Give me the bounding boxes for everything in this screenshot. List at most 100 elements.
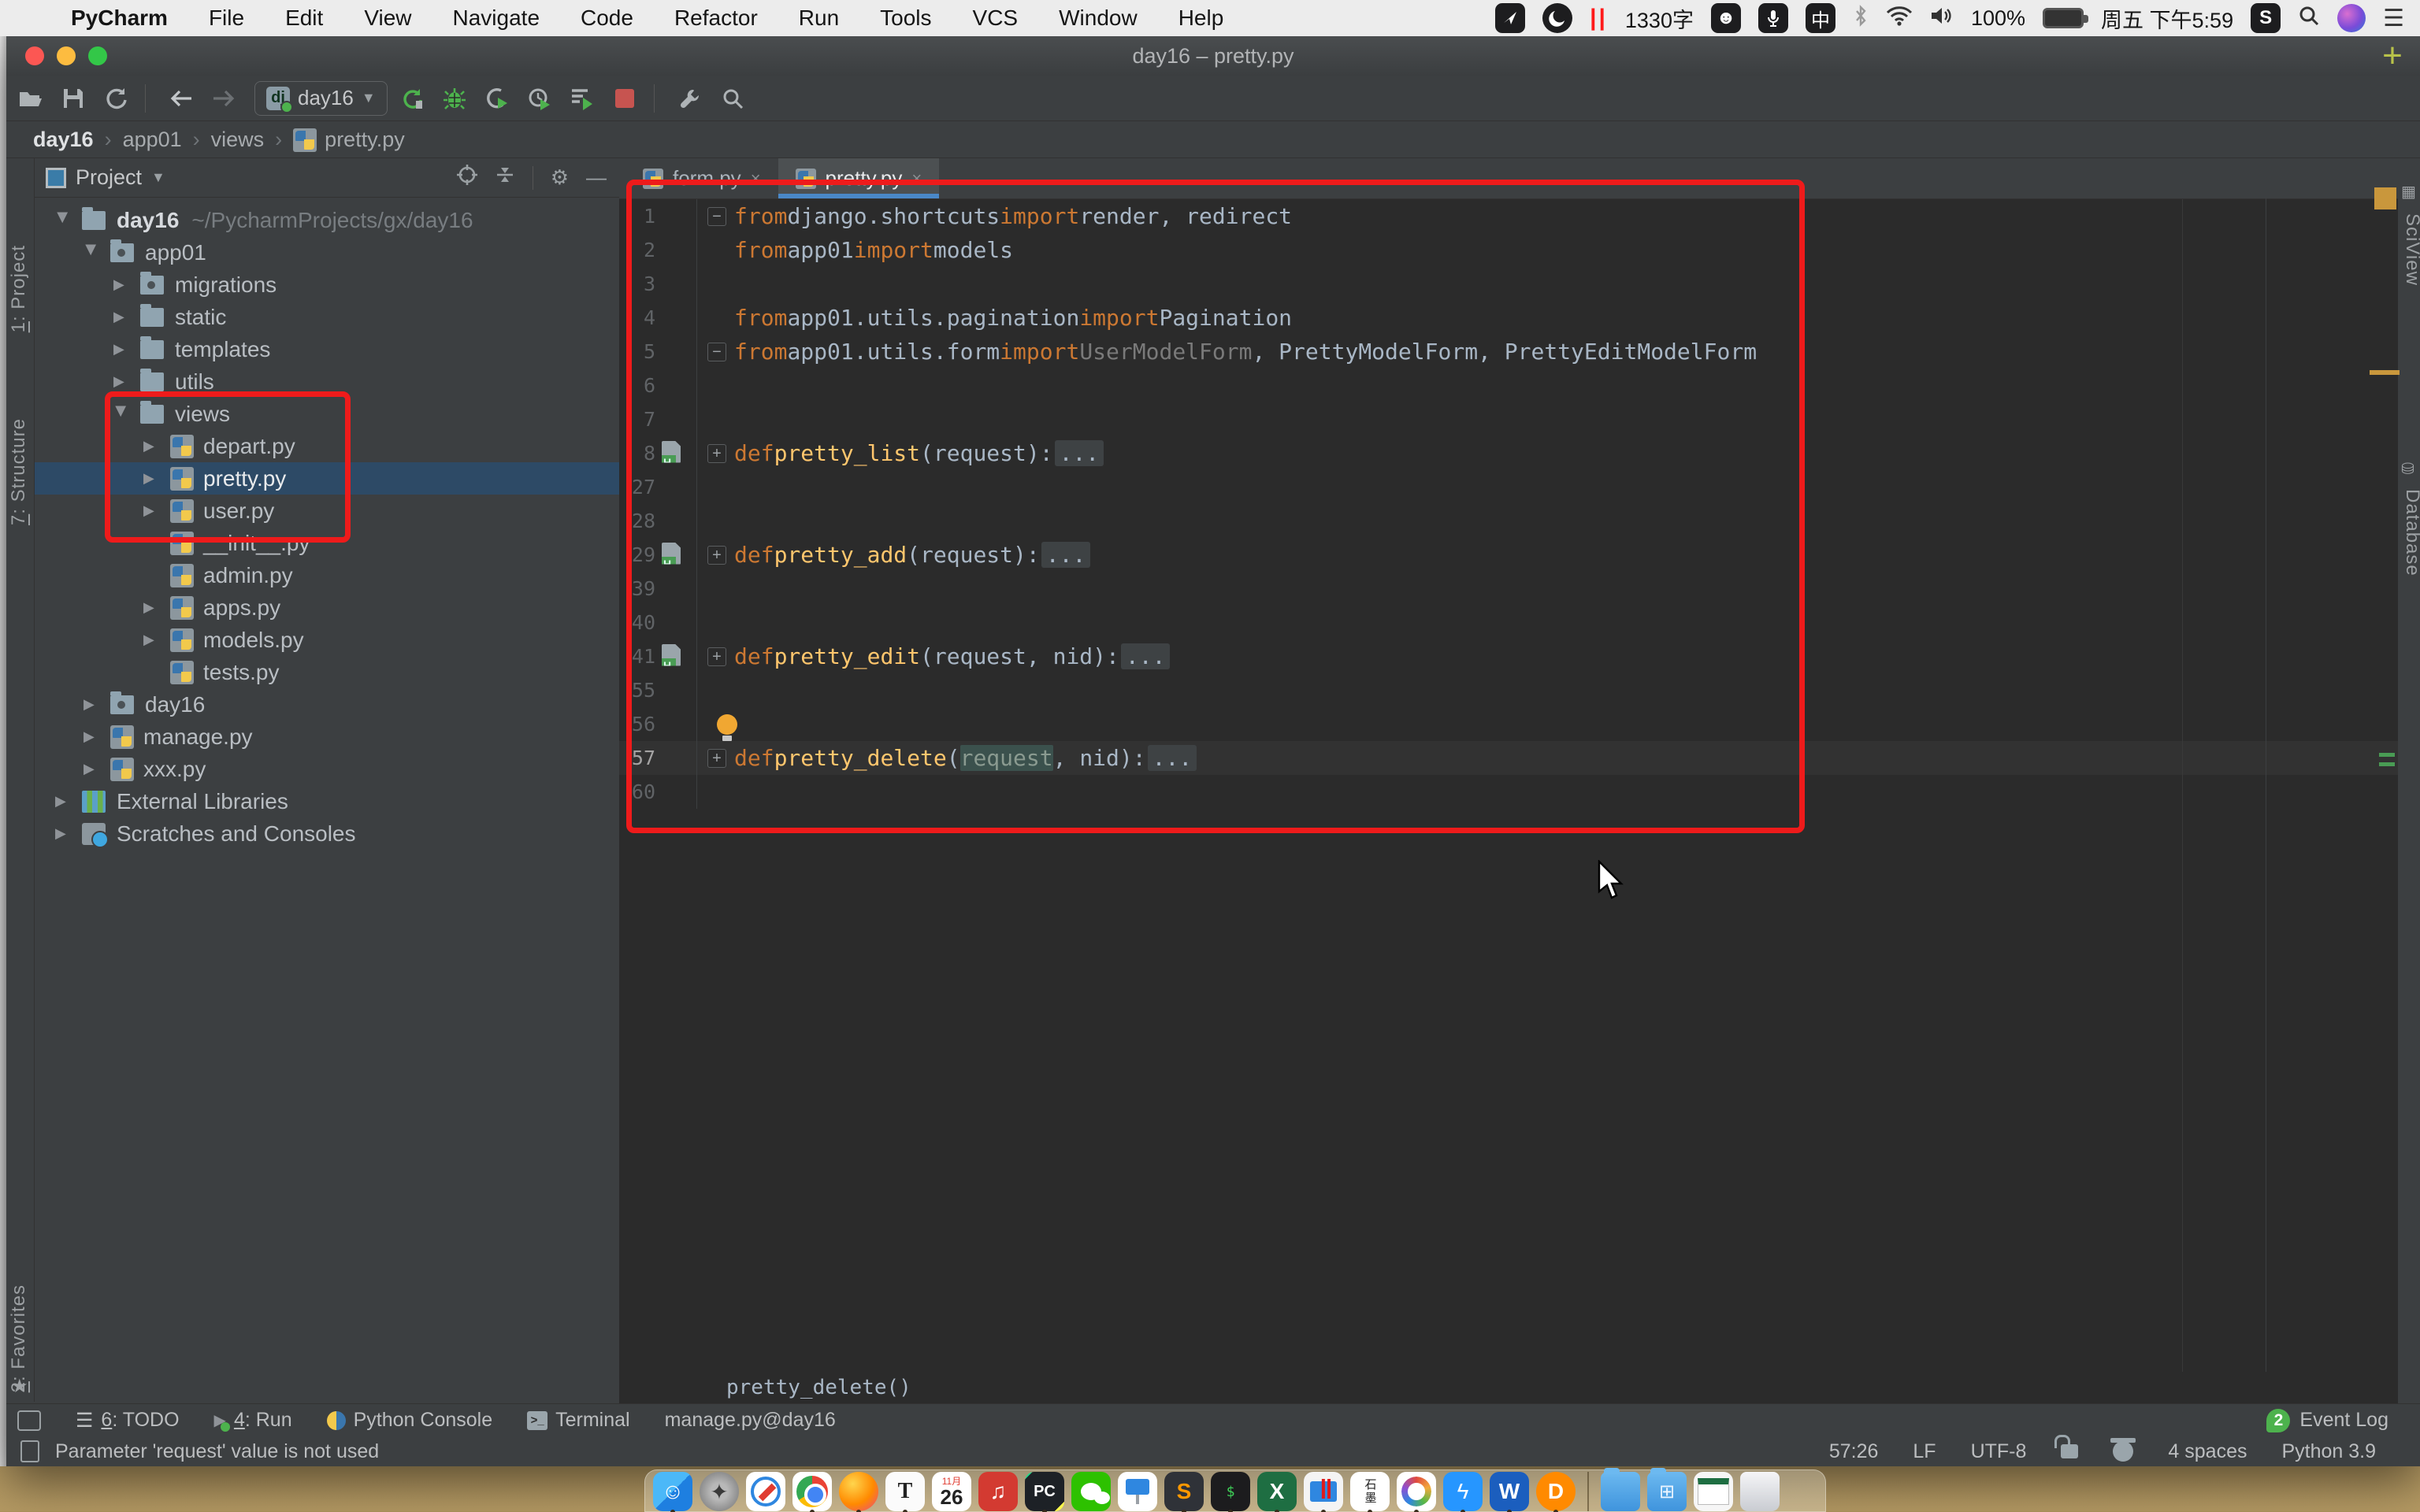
tool-button-sciview[interactable]: SciView [2401, 213, 2420, 286]
dictation-mic-icon[interactable] [1758, 3, 1788, 33]
back-icon[interactable] [163, 81, 199, 116]
menu-tools[interactable]: Tools [859, 0, 952, 36]
interpreter-label[interactable]: Python 3.9 [2281, 1440, 2376, 1463]
search-everywhere-icon[interactable] [714, 81, 751, 116]
dock-icon-sublime-text[interactable]: S [1164, 1472, 1204, 1511]
menu-vcs[interactable]: VCS [952, 0, 1039, 36]
locate-file-icon[interactable] [457, 165, 477, 191]
event-log-button[interactable]: 2 Event Log [2266, 1409, 2420, 1432]
chevron-icon[interactable]: ▶ [113, 276, 129, 293]
bird-app-icon[interactable] [1495, 3, 1525, 33]
volume-icon[interactable] [1930, 6, 1954, 32]
dock-icon-word[interactable]: W [1490, 1472, 1529, 1511]
run-configuration-select[interactable]: dj day16 ▼ [254, 81, 388, 116]
spotlight-search-icon[interactable] [2298, 5, 2320, 32]
menu-pycharm[interactable]: PyCharm [50, 0, 188, 36]
dock-icon-calendar[interactable]: 11月26 [932, 1472, 971, 1511]
coverage-icon[interactable] [479, 81, 515, 116]
dock-icon-keynote[interactable] [1118, 1472, 1157, 1511]
chevron-icon[interactable]: ▶ [55, 793, 71, 810]
error-stripe-vcs-mark[interactable] [2379, 753, 2395, 757]
error-stripe-warning-dash[interactable] [2370, 370, 2400, 375]
window-layout-icon[interactable] [17, 1410, 41, 1431]
tree-row-app01[interactable]: ▶ app01 [35, 236, 619, 269]
dock-icon-orange-tv[interactable]: D [1536, 1472, 1576, 1511]
dock-icon-launchpad[interactable]: ✦ [700, 1472, 739, 1511]
dock-icon-shimo[interactable]: 石墨 [1350, 1472, 1390, 1511]
chevron-icon[interactable]: ▶ [143, 599, 159, 616]
chevron-icon[interactable]: ▶ [84, 728, 99, 745]
dock-icon-pycharm[interactable]: PC [1025, 1472, 1064, 1511]
error-stripe-vcs-mark[interactable] [2379, 762, 2395, 766]
tool-button-terminal[interactable]: >_Terminal [527, 1409, 629, 1432]
tool-button-todo[interactable]: ☰6: TODO [76, 1409, 180, 1432]
save-all-icon[interactable] [55, 81, 91, 116]
tree-row-tests-py[interactable]: tests.py [35, 656, 619, 688]
window-titlebar[interactable]: day16 – pretty.py [6, 36, 2420, 76]
menu-refactor[interactable]: Refactor [654, 0, 778, 36]
chevron-icon[interactable]: ▶ [84, 245, 100, 261]
menu-window[interactable]: Window [1038, 0, 1158, 36]
dock-icon-netease-music[interactable]: ♫ [978, 1472, 1018, 1511]
menu-run[interactable]: Run [778, 0, 859, 36]
wifi-icon[interactable] [1886, 6, 1913, 32]
dock-icon-safari[interactable] [746, 1472, 785, 1511]
tool-button-structure[interactable]: 7: Structure [8, 418, 30, 525]
sync-icon[interactable] [98, 81, 134, 116]
dock-icon-textedit[interactable]: T [885, 1472, 925, 1511]
forward-icon[interactable] [206, 81, 242, 116]
reader-mode-icon[interactable] [20, 1440, 39, 1462]
chevron-icon[interactable]: ▶ [113, 373, 129, 390]
dock-icon-windows-folder[interactable]: ⊞ [1647, 1472, 1687, 1511]
tool-button-database[interactable]: Database [2401, 489, 2420, 576]
bluetooth-icon[interactable] [1853, 5, 1869, 32]
dock-icon-document-preview[interactable] [1694, 1472, 1733, 1511]
tree-row-day16-root[interactable]: ▶ day16~/PycharmProjects/gx/day16 [35, 204, 619, 236]
dock-icon-parallels-windows[interactable]: ‖ [1304, 1472, 1343, 1511]
inspection-profile-icon[interactable] [2113, 1441, 2133, 1462]
menu-code[interactable]: Code [560, 0, 654, 36]
tree-row-apps-py[interactable]: ▶ apps.py [35, 591, 619, 624]
wrench-settings-icon[interactable] [672, 81, 708, 116]
recording-pause-indicator[interactable]: || [1590, 5, 1608, 32]
crescent-app-icon[interactable] [1542, 3, 1572, 33]
unlock-icon[interactable] [2061, 1444, 2078, 1458]
debug-icon[interactable] [436, 81, 473, 116]
dock-icon-finder[interactable]: ☺ [653, 1472, 692, 1511]
tree-row-migrations[interactable]: ▶ migrations [35, 269, 619, 301]
gear-icon[interactable]: ⚙ [551, 165, 569, 190]
stop-icon[interactable] [607, 81, 643, 116]
menubar-clock[interactable]: 周五 下午5:59 [2101, 3, 2233, 34]
siri-icon[interactable] [2337, 4, 2366, 32]
dock-icon-wechat[interactable] [1071, 1472, 1111, 1511]
indent-setting[interactable]: 4 spaces [2168, 1440, 2247, 1463]
run-with-config-icon[interactable] [564, 81, 600, 116]
tree-row-scratches[interactable]: ▶ Scratches and Consoles [35, 817, 619, 850]
menu-view[interactable]: View [343, 0, 432, 36]
dock-icon-folder[interactable] [1601, 1472, 1640, 1511]
battery-icon[interactable] [2043, 8, 2084, 28]
chevron-icon[interactable]: ▶ [84, 761, 99, 777]
breadcrumb-day16[interactable]: day16 [33, 128, 94, 152]
chevron-icon[interactable]: ▶ [113, 341, 129, 358]
breadcrumb-app01[interactable]: app01 [123, 128, 182, 152]
tool-button-python-console[interactable]: Python Console [327, 1409, 493, 1432]
hide-panel-icon[interactable]: — [586, 165, 607, 190]
rerun-icon[interactable] [394, 81, 430, 116]
menu-edit[interactable]: Edit [265, 0, 343, 36]
tool-button-project[interactable]: 1: Project [8, 245, 30, 332]
dock-icon-dingtalk[interactable]: ϟ [1443, 1472, 1483, 1511]
tree-row-templates[interactable]: ▶ templates [35, 333, 619, 365]
sogou-input-icon[interactable]: S [2251, 3, 2281, 33]
tree-row-static[interactable]: ▶ static [35, 301, 619, 333]
error-stripe-warning-marker[interactable] [2374, 187, 2396, 209]
dock-icon-navicat[interactable] [1397, 1472, 1436, 1511]
project-panel-header[interactable]: Project ▼ ⚙ — [35, 158, 619, 198]
profiler-icon[interactable] [521, 81, 558, 116]
menu-navigate[interactable]: Navigate [432, 0, 561, 36]
tree-row-admin-py[interactable]: admin.py [35, 559, 619, 591]
breadcrumb-pretty-py[interactable]: pretty.py [325, 128, 405, 152]
notification-center-icon[interactable]: ☰ [2383, 5, 2404, 32]
dock-icon-excel[interactable]: X [1257, 1472, 1297, 1511]
tree-row-day16-pkg[interactable]: ▶ day16 [35, 688, 619, 721]
